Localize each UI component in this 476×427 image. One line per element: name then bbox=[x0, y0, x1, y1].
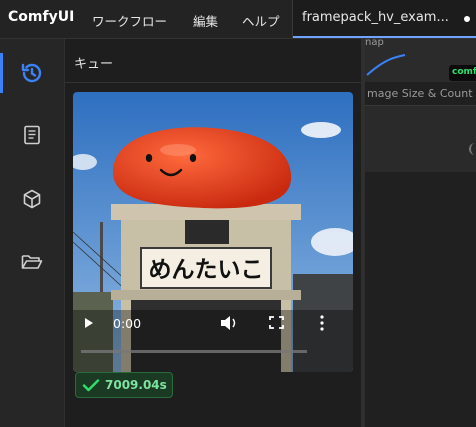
sidebar-item-queue[interactable] bbox=[14, 55, 50, 91]
top-menubar: ComfyUI ワークフロー 編集 ヘルプ framepack_hv_exam.… bbox=[0, 0, 476, 39]
sidebar-item-node-library[interactable] bbox=[14, 117, 50, 153]
cloud bbox=[301, 122, 341, 138]
video-time: 0:00 bbox=[113, 316, 141, 331]
video-progress-track[interactable] bbox=[81, 350, 307, 353]
video-thumbnail: めんたいこ 0:00 bbox=[73, 92, 353, 372]
workflow-tab-title: framepack_hv_exam... bbox=[302, 10, 449, 25]
panel-header: キュー bbox=[65, 39, 361, 83]
workflow-tab[interactable]: framepack_hv_exam... bbox=[292, 0, 476, 38]
folder-open-icon bbox=[21, 255, 43, 269]
mascot-eye-left bbox=[145, 154, 153, 162]
history-icon bbox=[21, 63, 42, 83]
window bbox=[185, 220, 229, 244]
execution-time: 7009.04s bbox=[105, 378, 167, 392]
node-chip[interactable]: comf bbox=[449, 65, 476, 81]
queue-panel: キュー めんたいこ 0:00 7009.04s bbox=[65, 39, 410, 427]
node-label-image-size: mage Size & Count bbox=[367, 87, 473, 100]
cube-icon bbox=[23, 189, 41, 209]
sidebar-item-workflows[interactable] bbox=[14, 244, 50, 280]
sidebar bbox=[0, 39, 65, 427]
unsaved-dot-icon bbox=[464, 16, 470, 22]
node-partial[interactable]: nap comf bbox=[365, 39, 476, 82]
execution-time-badge: 7009.04s bbox=[75, 372, 173, 398]
panel-title: キュー bbox=[74, 57, 114, 72]
ledge bbox=[111, 290, 301, 300]
node-body-partial[interactable] bbox=[365, 105, 476, 172]
check-icon bbox=[82, 379, 100, 392]
sidebar-item-model-library[interactable] bbox=[14, 181, 50, 217]
mascot-highlight bbox=[160, 144, 196, 156]
mascot-eye-right bbox=[189, 154, 197, 162]
graph-canvas[interactable]: nap comf mage Size & Count bbox=[365, 39, 476, 427]
queue-result-card[interactable]: めんたいこ 0:00 bbox=[73, 92, 353, 372]
node-handle bbox=[469, 143, 476, 155]
book-icon bbox=[24, 125, 40, 145]
shop-sign-text: めんたいこ bbox=[149, 257, 264, 283]
node-chip-label: comf bbox=[452, 67, 476, 77]
menu-workflow[interactable]: ワークフロー bbox=[92, 11, 167, 30]
menu-edit[interactable]: 編集 bbox=[193, 11, 218, 30]
menu-help[interactable]: ヘルプ bbox=[242, 11, 280, 30]
app-logo[interactable]: ComfyUI bbox=[8, 9, 74, 25]
tab-active-indicator bbox=[293, 36, 476, 38]
more-options-icon[interactable] bbox=[320, 315, 324, 331]
sidebar-active-indicator bbox=[0, 53, 3, 93]
